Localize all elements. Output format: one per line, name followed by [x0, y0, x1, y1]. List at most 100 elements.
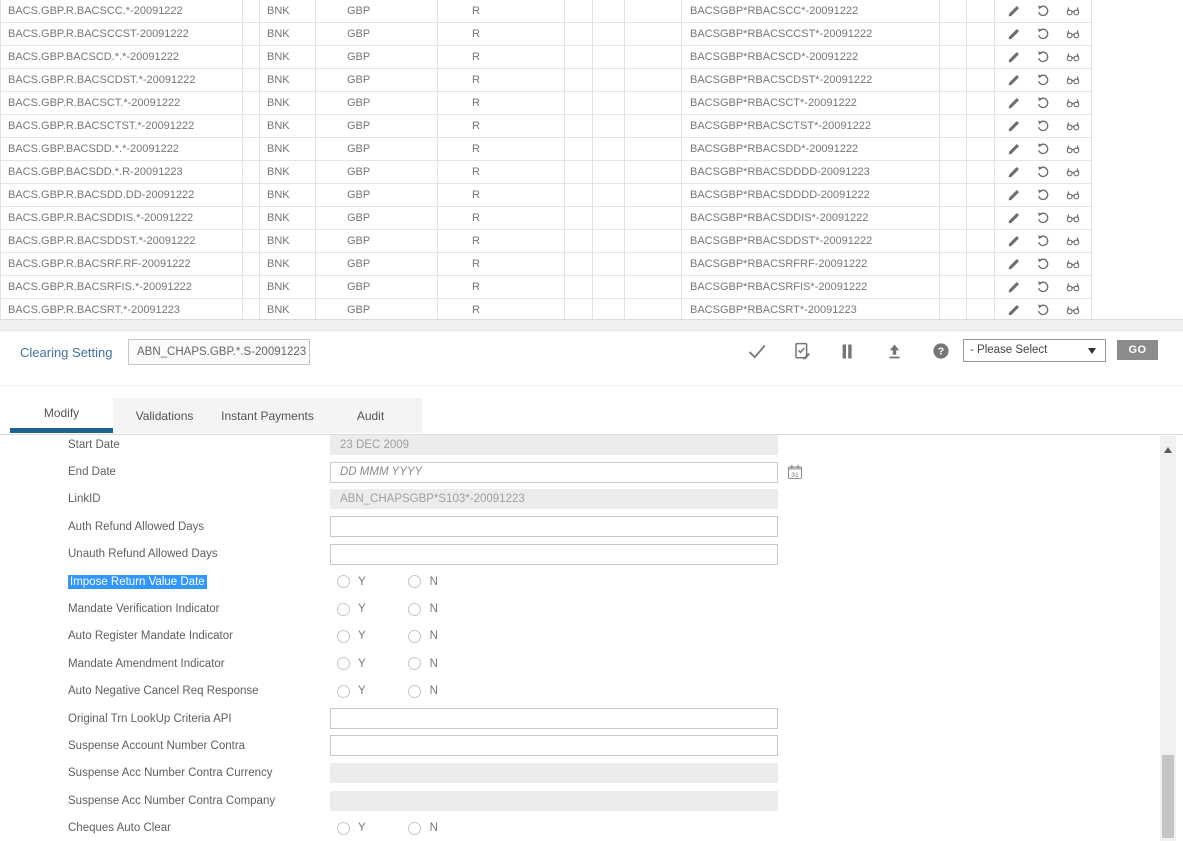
revert-icon[interactable] — [1036, 50, 1050, 64]
table-row[interactable]: BACS.GBP.R.BACSCC.*-20091222BNKGBPRBACSG… — [0, 0, 1183, 23]
table-row[interactable]: BACS.GBP.R.BACSDDST.*-20091222BNKGBPRBAC… — [0, 230, 1183, 253]
view-icon[interactable] — [1066, 4, 1080, 18]
view-icon[interactable] — [1066, 211, 1080, 225]
radio-cheques-auto-clear-n[interactable] — [408, 822, 421, 835]
edit-icon[interactable] — [1006, 142, 1020, 156]
edit-icon[interactable] — [1006, 50, 1020, 64]
table-row[interactable]: BACS.GBP.R.BACSDDIS.*-20091222BNKGBPRBAC… — [0, 207, 1183, 230]
radio-mandate-amendment-indicator-n[interactable] — [408, 657, 421, 670]
view-icon[interactable] — [1066, 73, 1080, 87]
cell-actions — [995, 69, 1092, 92]
radio-auto-negative-cancel-req-response-y[interactable] — [337, 685, 350, 698]
input-unauth-refund-allowed-days[interactable] — [330, 544, 778, 565]
edit-icon[interactable] — [1006, 119, 1020, 133]
table-row[interactable]: BACS.GBP.R.BACSRF.RF-20091222BNKGBPRBACS… — [0, 253, 1183, 276]
edit-icon[interactable] — [1006, 27, 1020, 41]
revert-icon[interactable] — [1036, 27, 1050, 41]
table-row[interactable]: BACS.GBP.R.BACSCT.*-20091222BNKGBPRBACSG… — [0, 92, 1183, 115]
table-row[interactable]: BACS.GBP.BACSDD.*.*-20091222BNKGBPRBACSG… — [0, 138, 1183, 161]
revert-icon[interactable] — [1036, 96, 1050, 110]
cell-empty — [967, 184, 995, 207]
cell-empty — [243, 230, 260, 253]
revert-icon[interactable] — [1036, 119, 1050, 133]
view-icon[interactable] — [1066, 234, 1080, 248]
table-row[interactable]: BACS.GBP.R.BACSRFIS.*-20091222BNKGBPRBAC… — [0, 276, 1183, 299]
revert-icon[interactable] — [1036, 280, 1050, 294]
revert-icon[interactable] — [1036, 165, 1050, 179]
scrollbar-thumb[interactable] — [1162, 755, 1174, 838]
tab-validations[interactable]: Validations — [113, 398, 216, 433]
input-end-date[interactable] — [330, 462, 778, 483]
view-icon[interactable] — [1066, 188, 1080, 202]
hold-pause-icon[interactable] — [838, 342, 856, 360]
table-row[interactable]: BACS.GBP.R.BACSCDST.*-20091222BNKGBPRBAC… — [0, 69, 1183, 92]
upload-icon[interactable] — [885, 342, 903, 360]
record-id-field[interactable]: ABN_CHAPS.GBP.*.S-20091223 — [128, 339, 310, 365]
edit-icon[interactable] — [1006, 280, 1020, 294]
view-icon[interactable] — [1066, 257, 1080, 271]
edit-icon[interactable] — [1006, 96, 1020, 110]
radio-mandate-verification-indicator-n[interactable] — [408, 603, 421, 616]
view-icon[interactable] — [1066, 280, 1080, 294]
field-label-mandate-amendment-indicator: Mandate Amendment Indicator — [0, 658, 330, 670]
edit-icon[interactable] — [1006, 211, 1020, 225]
radio-auto-register-mandate-indicator-y[interactable] — [337, 630, 350, 643]
help-icon[interactable]: ? — [932, 342, 950, 360]
radio-mandate-verification-indicator-y[interactable] — [337, 603, 350, 616]
radio-auto-register-mandate-indicator-n[interactable] — [408, 630, 421, 643]
revert-icon[interactable] — [1036, 73, 1050, 87]
table-row[interactable]: BACS.GBP.R.BACSCCST-20091222BNKGBPRBACSG… — [0, 23, 1183, 46]
cell-type: BNK — [260, 115, 316, 138]
table-row[interactable]: BACS.GBP.BACSDD.*.R-20091223BNKGBPRBACSG… — [0, 161, 1183, 184]
tab-instant-payments[interactable]: Instant Payments — [216, 398, 319, 433]
revert-icon[interactable] — [1036, 142, 1050, 156]
edit-icon[interactable] — [1006, 165, 1020, 179]
scroll-up-arrow-icon[interactable] — [1164, 447, 1172, 453]
vertical-scrollbar[interactable] — [1160, 436, 1176, 841]
cell-actions — [995, 184, 1092, 207]
form-row: End Date 31 — [0, 458, 1160, 485]
radio-cheques-auto-clear-y[interactable] — [337, 822, 350, 835]
view-icon[interactable] — [1066, 142, 1080, 156]
field-label-auth-refund-allowed-days: Auth Refund Allowed Days — [0, 521, 330, 533]
revert-icon[interactable] — [1036, 257, 1050, 271]
action-select[interactable]: - Please Select — [963, 339, 1106, 362]
radio-impose-return-value-date-n[interactable] — [408, 575, 421, 588]
table-row[interactable]: BACS.GBP.R.BACSCTST.*-20091222BNKGBPRBAC… — [0, 115, 1183, 138]
edit-icon[interactable] — [1006, 188, 1020, 202]
revert-icon[interactable] — [1036, 4, 1050, 18]
view-icon[interactable] — [1066, 119, 1080, 133]
input-suspense-account-number-contra[interactable] — [330, 735, 778, 756]
radio-auto-negative-cancel-req-response-n[interactable] — [408, 685, 421, 698]
radio-mandate-amendment-indicator-y[interactable] — [337, 657, 350, 670]
revert-icon[interactable] — [1036, 188, 1050, 202]
view-icon[interactable] — [1066, 27, 1080, 41]
edit-icon[interactable] — [1006, 234, 1020, 248]
view-icon[interactable] — [1066, 50, 1080, 64]
commit-check-icon[interactable] — [748, 342, 766, 360]
radio-impose-return-value-date-y[interactable] — [337, 575, 350, 588]
horizontal-scrollbar[interactable] — [0, 319, 1183, 331]
input-auth-refund-allowed-days[interactable] — [330, 516, 778, 537]
revert-icon[interactable] — [1036, 211, 1050, 225]
table-row[interactable]: BACS.GBP.R.BACSRT.*-20091223BNKGBPRBACSG… — [0, 299, 1183, 319]
table-row[interactable]: BACS.GBP.R.BACSDD.DD-20091222BNKGBPRBACS… — [0, 184, 1183, 207]
tab-audit[interactable]: Audit — [319, 398, 422, 433]
table-row[interactable]: BACS.GBP.BACSCD.*.*-20091222BNKGBPRBACSG… — [0, 46, 1183, 69]
edit-icon[interactable] — [1006, 73, 1020, 87]
label-text: End Date — [68, 466, 116, 478]
input-original-trn-lookup-criteria-api[interactable] — [330, 708, 778, 729]
view-icon[interactable] — [1066, 96, 1080, 110]
tab-modify[interactable]: Modify — [10, 398, 113, 433]
go-button[interactable]: GO — [1117, 340, 1158, 360]
revert-icon[interactable] — [1036, 303, 1050, 317]
edit-icon[interactable] — [1006, 257, 1020, 271]
view-icon[interactable] — [1066, 303, 1080, 317]
cell-record-id: BACS.GBP.R.BACSRT.*-20091223 — [0, 299, 243, 319]
revert-icon[interactable] — [1036, 234, 1050, 248]
authorize-document-icon[interactable] — [793, 342, 811, 360]
calendar-icon[interactable]: 31 — [787, 464, 803, 480]
view-icon[interactable] — [1066, 165, 1080, 179]
edit-icon[interactable] — [1006, 4, 1020, 18]
edit-icon[interactable] — [1006, 303, 1020, 317]
